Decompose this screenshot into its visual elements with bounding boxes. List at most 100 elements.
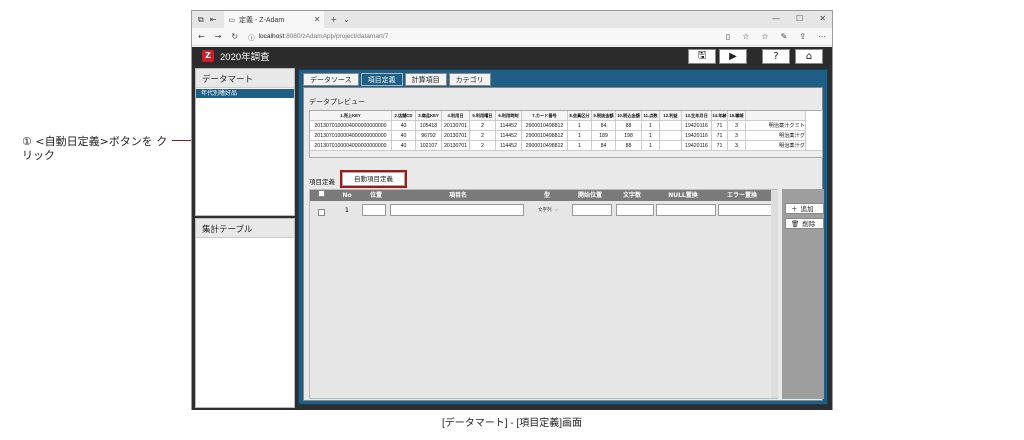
info-icon: ⓘ (248, 34, 255, 42)
position-input[interactable] (362, 204, 386, 216)
share-icon[interactable]: ⇪ (799, 32, 806, 41)
tabs-icon[interactable]: ⧉ (198, 15, 204, 25)
browser-tab[interactable]: ▭ 定義 - Z-Adam ✕ (224, 11, 325, 28)
preview-cell: 2013070100004000000000000 (310, 121, 392, 131)
preview-header-cell: 5.利用曜日 (470, 111, 496, 121)
tab-calculated-items[interactable]: 計算項目 (404, 73, 447, 86)
preview-row: 2013070100004000000000000 40 105418 2013070… (310, 121, 822, 131)
favorites-icon[interactable]: ☆ (761, 32, 768, 41)
auto-item-definition-button[interactable]: 自動項目定義 (340, 170, 407, 188)
back-tabs-icon[interactable]: ⇤ (210, 15, 217, 24)
preview-cell: 3 (728, 131, 746, 141)
preview-cell: 88 (616, 121, 642, 131)
preview-cell: 198 (616, 131, 642, 141)
app-title: 2020年調査 (220, 52, 270, 63)
start-position-input[interactable] (572, 204, 612, 216)
refresh-icon[interactable]: ↻ (231, 32, 238, 41)
home-icon[interactable]: ⌂ (795, 49, 823, 64)
browser-window: ⧉ ⇤ ▭ 定義 - Z-Adam ✕ + ⌄ — ☐ ✕ ← → ↻ ⓘ lo… (191, 10, 833, 410)
preview-header-cell: 12.利益 (660, 111, 682, 121)
logo-z-icon: Z (202, 50, 214, 62)
preview-header-cell: 9.税抜金額 (592, 111, 616, 121)
preview-header-cell: 2.店舗CD (392, 111, 416, 121)
row-action-panel: ＋追加 🗑 削除 (782, 189, 824, 399)
char-count-input[interactable] (616, 204, 654, 216)
preview-cell: 2900010498812 (522, 121, 568, 131)
preview-header-cell: 3.商品KEY (416, 111, 442, 121)
header-position: 位置 (369, 192, 382, 199)
preview-cell: 71 (712, 131, 728, 141)
figure-caption: [データマート] - [項目定義]画面 (442, 418, 582, 429)
header-type: 型 (543, 192, 550, 199)
preview-cell: 114452 (496, 121, 522, 131)
preview-cell: 2 (470, 121, 496, 131)
preview-cell: 明治薬汁グミト (746, 121, 806, 131)
maximize-icon[interactable]: ☐ (796, 14, 803, 23)
preview-cell: 189 (592, 131, 616, 141)
datamart-panel: データマート 年代別嗜好品 (195, 68, 295, 216)
back-icon[interactable]: ← (198, 32, 205, 41)
row-checkbox[interactable] (317, 208, 325, 216)
preview-cell (660, 121, 682, 131)
app-header: Z 2020年調査 🖫 ▶ ? ⌂ (192, 47, 832, 65)
preview-header-cell: 8.会員区分 (568, 111, 592, 121)
data-preview-table[interactable]: 1.売上KEY 2.店舗CD 3.商品KEY 4.利用日 5.利用曜日 6.利用時刻 7.カ… (309, 110, 823, 158)
preview-cell: 3 (728, 121, 746, 131)
app-window: Z 2020年調査 🖫 ▶ ? ⌂ データマート 年代別嗜好品 集計テーブル デ… (192, 47, 832, 410)
add-row-button[interactable]: ＋追加 (785, 203, 824, 214)
select-all-checkbox[interactable] (317, 190, 325, 197)
pen-icon[interactable]: ✎ (781, 32, 788, 41)
address-bar[interactable]: ⓘ localhost:8080/zAdamApp/project/datama… (248, 32, 388, 42)
close-window-icon[interactable]: ✕ (819, 14, 826, 23)
preview-header-cell: 11.点数 (642, 111, 660, 121)
more-icon[interactable]: ⋯ (818, 32, 826, 41)
header-item-name: 項目名 (448, 192, 467, 199)
tab-item-definition[interactable]: 項目定義 (360, 73, 403, 86)
preview-cell: 105418 (416, 121, 442, 131)
tab-list-icon[interactable]: ⌄ (343, 15, 350, 24)
preview-header-cell: 4.利用日 (442, 111, 470, 121)
definition-grid: No 位置 項目名 型 開始位置 文字数 NULL置換 エラー置換 1 文字列 … (309, 189, 778, 399)
preview-cell: 96792 (416, 131, 442, 141)
tab-category[interactable]: カテゴリ (448, 73, 491, 86)
preview-horizontal-scrollbar[interactable] (310, 150, 822, 157)
select-all-header (310, 190, 332, 201)
preview-cell: 20130701 (442, 131, 470, 141)
preview-cell: 2 (470, 131, 496, 141)
aggregate-table-header: 集計テーブル (196, 219, 294, 238)
null-replace-input[interactable] (656, 204, 716, 216)
aggregate-table-panel: 集計テーブル (195, 218, 295, 408)
browser-titlebar: ⧉ ⇤ ▭ 定義 - Z-Adam ✕ + ⌄ — ☐ ✕ (192, 11, 832, 28)
preview-cell: 40 (392, 131, 416, 141)
save-icon[interactable]: 🖫 (688, 49, 716, 64)
forward-icon[interactable]: → (215, 32, 222, 41)
header-null-replace: NULL置換 (668, 192, 698, 199)
annotation-callout: ① <自動日定義>ボタンを クリック (22, 135, 168, 162)
item-name-input[interactable] (390, 204, 524, 216)
delete-row-button[interactable]: 🗑 削除 (785, 218, 824, 229)
run-icon[interactable]: ▶ (719, 49, 747, 64)
main-panel: データソース 項目定義 計算項目 カテゴリ データプレビュー 1.売上KEY 2.… (298, 69, 828, 405)
plus-icon: ＋ (791, 204, 798, 213)
help-icon[interactable]: ? (762, 49, 790, 64)
trash-icon: 🗑 (791, 219, 800, 228)
preview-cell: 1 (642, 121, 660, 131)
preview-cell: 114452 (496, 131, 522, 141)
reading-view-icon[interactable]: ▯ (726, 32, 730, 41)
close-tab-icon[interactable]: ✕ (314, 15, 321, 24)
definition-grid-header: No 位置 項目名 型 開始位置 文字数 NULL置換 エラー置換 (310, 190, 777, 201)
favorite-star-icon[interactable]: ☆ (742, 32, 749, 41)
browser-navbar: ← → ↻ ⓘ localhost:8080/zAdamApp/project/… (192, 28, 832, 46)
definition-row: 1 文字列 ⌵ (310, 203, 777, 217)
preview-cell: 2013070100004000000000000 (310, 131, 392, 141)
preview-header-row: 1.売上KEY 2.店舗CD 3.商品KEY 4.利用日 5.利用曜日 6.利用時刻 7.カ… (310, 111, 822, 121)
add-button-label: 追加 (800, 204, 814, 213)
grid-vertical-scrollbar[interactable] (771, 190, 778, 398)
url-path: :8080/zAdamApp/project/datamart/7 (284, 33, 389, 40)
new-tab-icon[interactable]: + (330, 15, 337, 24)
type-select[interactable]: 文字列 ⌵ (528, 204, 568, 216)
tab-datasource[interactable]: データソース (303, 73, 359, 86)
minimize-icon[interactable]: — (772, 14, 780, 23)
datamart-item[interactable]: 年代別嗜好品 (196, 89, 294, 98)
error-replace-input[interactable] (718, 204, 776, 216)
